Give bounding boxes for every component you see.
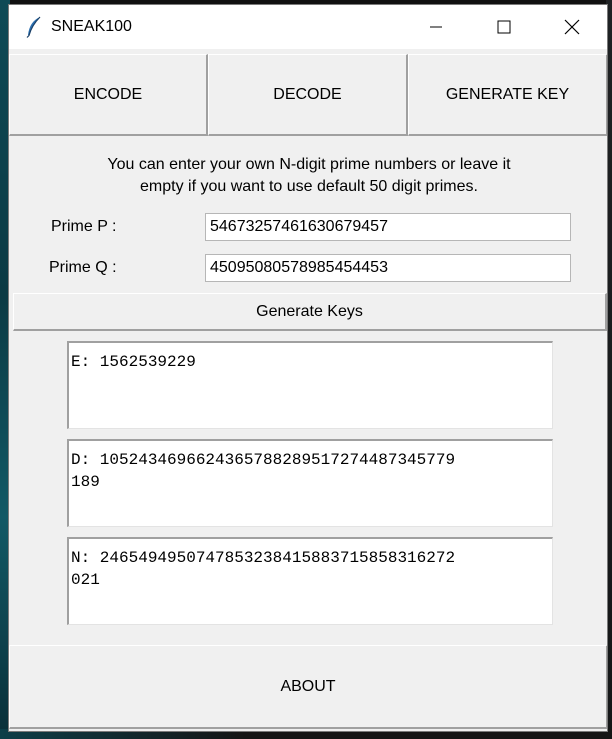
encode-tab-button[interactable]: ENCODE [9, 54, 208, 136]
feather-icon [25, 16, 43, 38]
close-icon [564, 19, 580, 35]
decode-tab-button[interactable]: DECODE [208, 54, 408, 136]
title-bar[interactable]: SNEAK100 [9, 5, 607, 49]
app-window: SNEAK100 ENCODE DECODE GENERATE KEY You … [8, 4, 608, 732]
prime-q-label: Prime Q : [49, 259, 117, 276]
instructions-line-1: You can enter your own N-digit prime num… [107, 156, 511, 173]
prime-p-input[interactable] [205, 213, 571, 241]
window-title: SNEAK100 [51, 18, 132, 35]
maximize-button[interactable] [481, 5, 527, 49]
close-button[interactable] [549, 5, 595, 49]
generate-keys-button[interactable]: Generate Keys [13, 293, 607, 331]
maximize-icon [497, 20, 511, 34]
minimize-icon [430, 26, 442, 28]
about-button[interactable]: ABOUT [9, 645, 607, 729]
public-exponent-textbox[interactable]: E: 1562539229 [67, 341, 553, 429]
minimize-button[interactable] [413, 5, 459, 49]
generate-key-tab-button[interactable]: GENERATE KEY [408, 54, 607, 136]
private-exponent-textbox[interactable]: D: 1052434696624365788289517274487345779… [67, 439, 553, 527]
instructions-line-2: empty if you want to use default 50 digi… [140, 178, 478, 195]
prime-p-label: Prime P : [51, 218, 117, 235]
prime-q-input[interactable] [205, 254, 571, 282]
instructions-text: You can enter your own N-digit prime num… [49, 154, 569, 198]
modulus-textbox[interactable]: N: 2465494950747853238415883715858316272… [67, 537, 553, 625]
